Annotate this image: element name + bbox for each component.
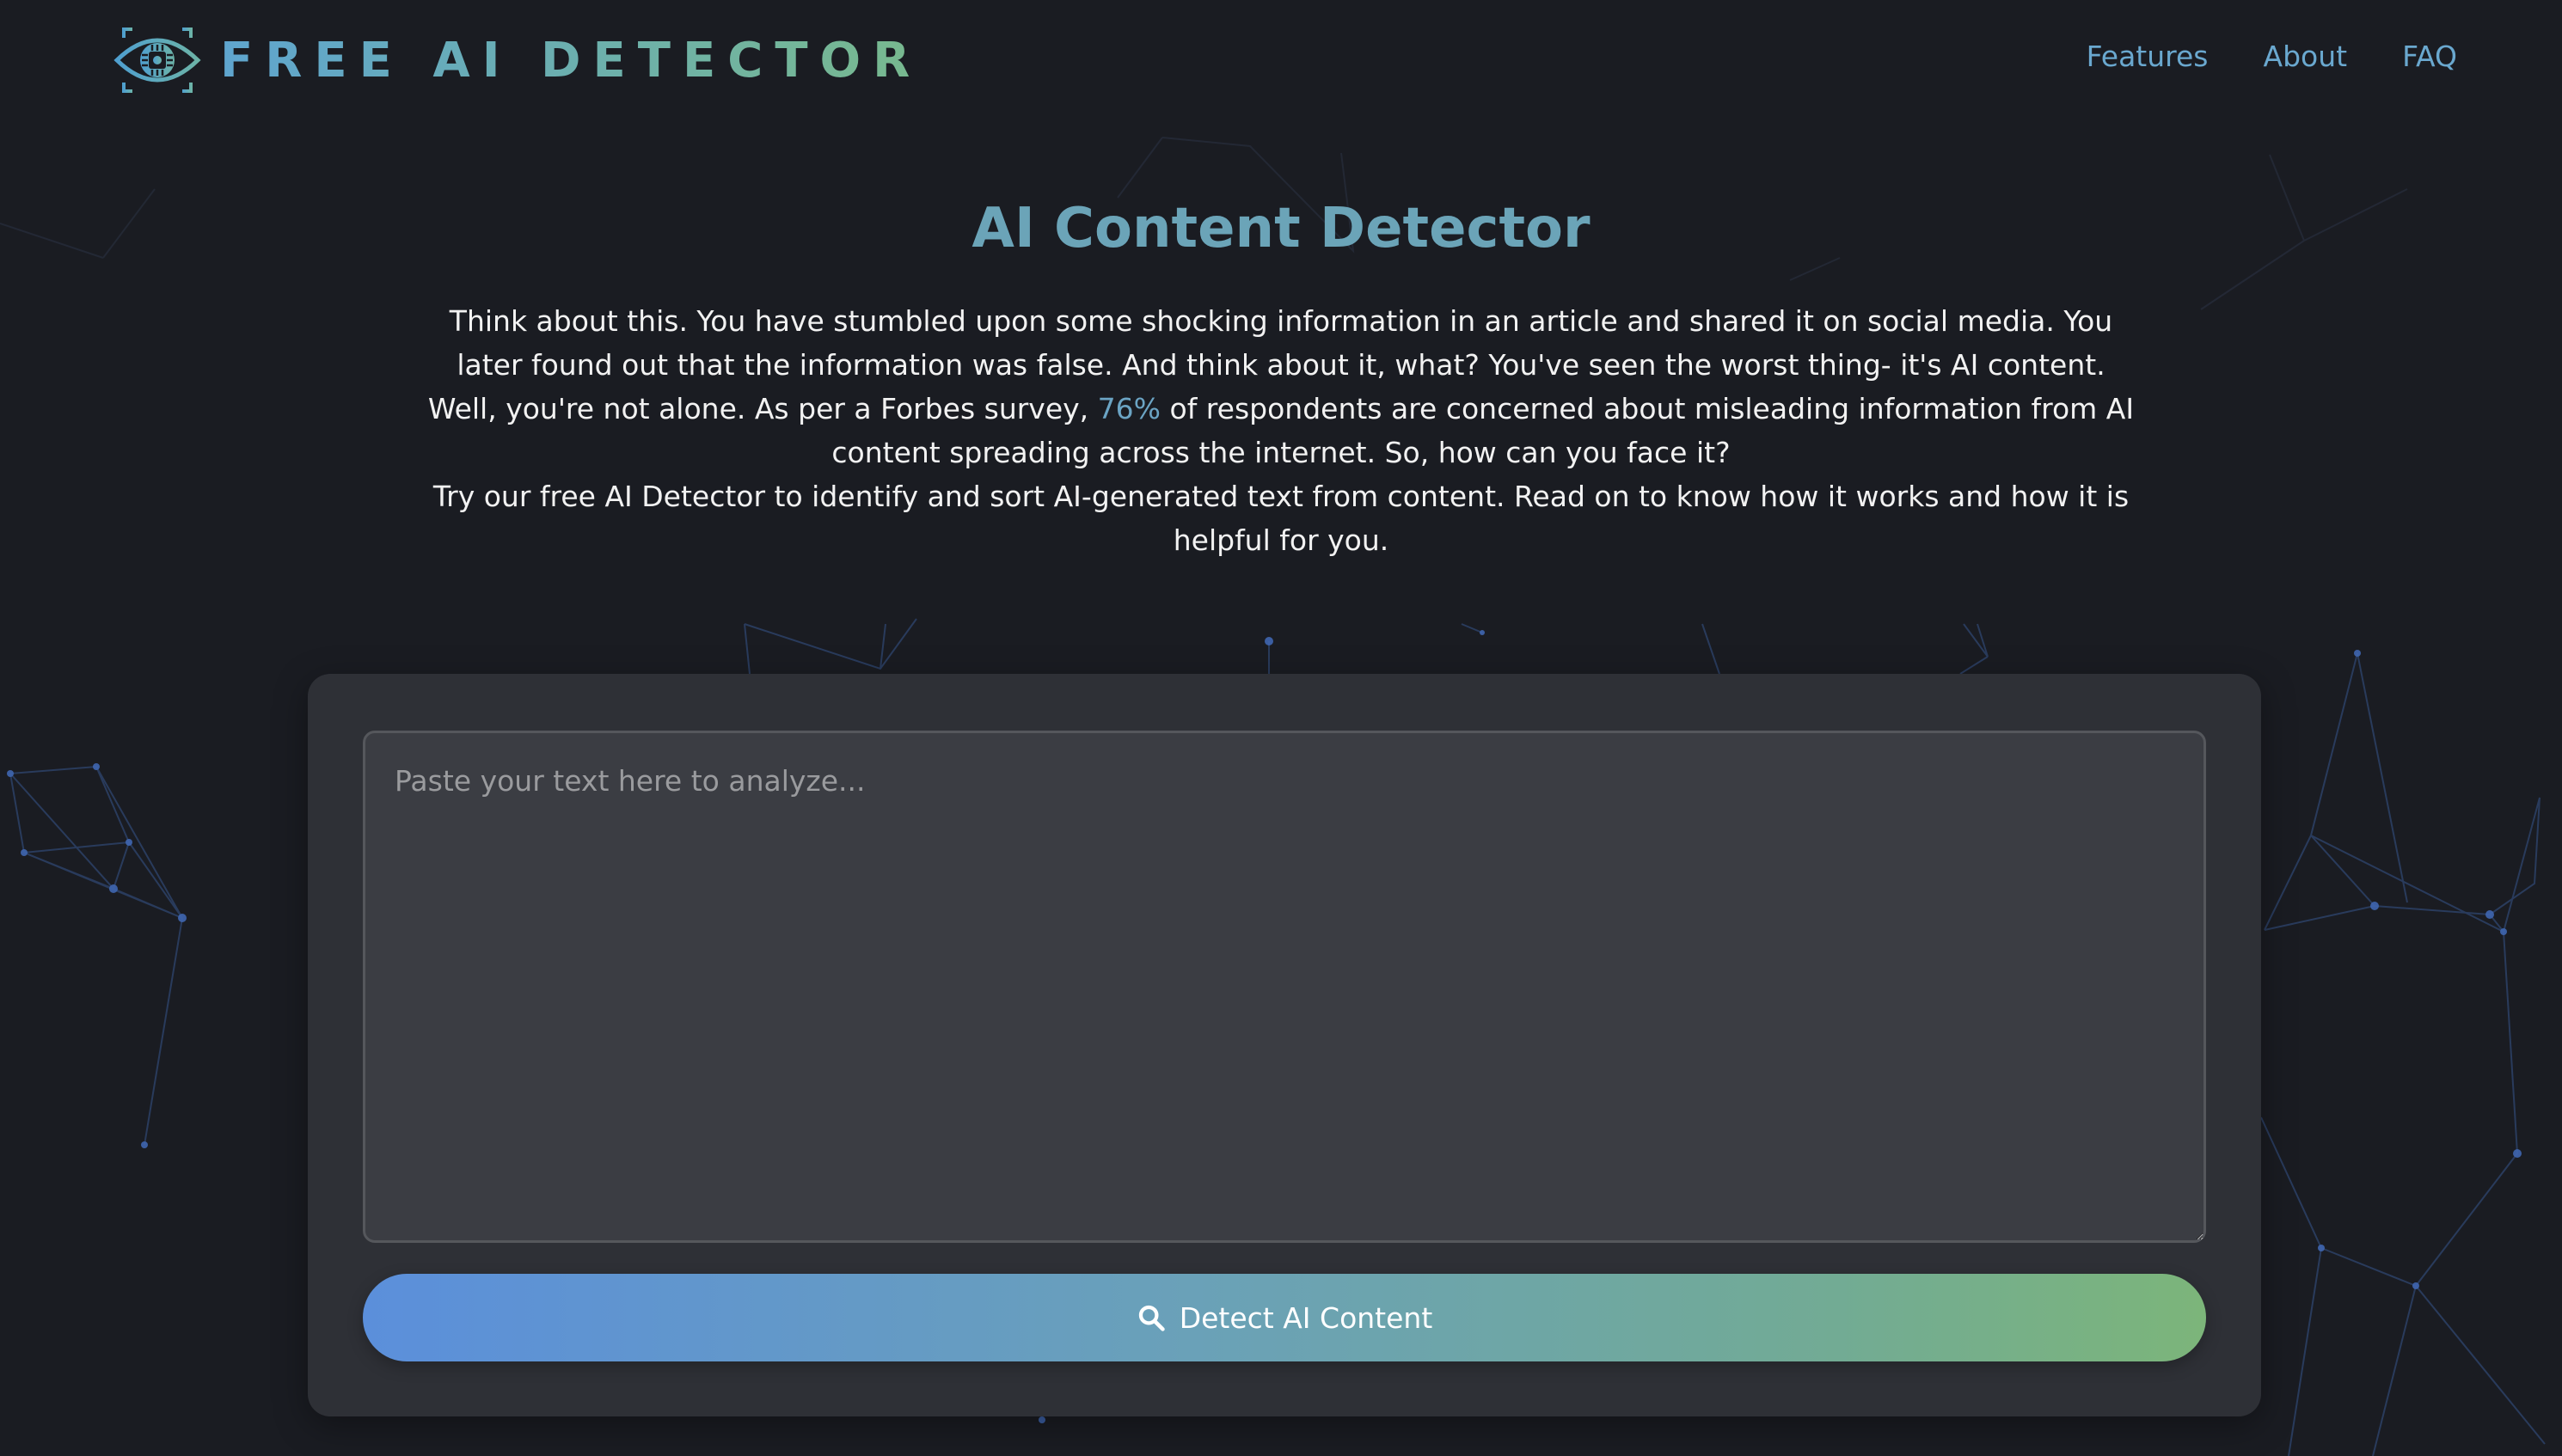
intro-text: Think about this. You have stumbled upon… [421,299,2141,562]
intro-p2-before: Well, you're not alone. As per a Forbes … [427,392,1098,425]
text-input-area[interactable] [363,731,2206,1243]
intro-paragraph-3: Try our free AI Detector to identify and… [432,480,2130,557]
survey-stat-highlight: 76% [1097,392,1161,425]
detector-card: Detect AI Content [308,674,2261,1416]
detect-ai-content-button[interactable]: Detect AI Content [363,1274,2206,1361]
site-header: FREE AI DETECTOR Features About FAQ [0,0,2562,120]
eye-chip-icon [113,28,201,93]
logo-text: FREE AI DETECTOR [220,32,922,89]
search-icon [1138,1305,1165,1331]
page-title: AI Content Detector [971,197,1591,260]
detect-button-label: Detect AI Content [1179,1300,1433,1335]
intro-paragraph-1: Think about this. You have stumbled upon… [449,304,2113,382]
nav-link-faq[interactable]: FAQ [2402,40,2457,73]
intro-paragraph-2: Well, you're not alone. As per a Forbes … [421,387,2141,474]
nav-link-features[interactable]: Features [2087,40,2209,73]
main-nav: Features About FAQ [2087,40,2457,73]
nav-link-about[interactable]: About [2264,40,2348,73]
site-logo[interactable]: FREE AI DETECTOR [113,26,922,95]
